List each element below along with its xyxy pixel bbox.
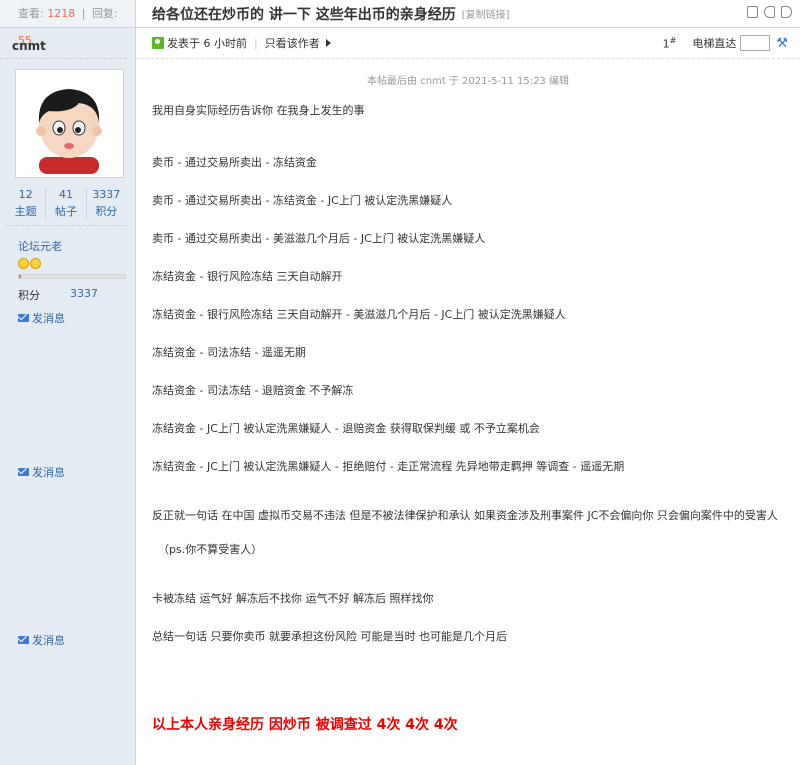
content-line: 冻结资金 - 司法冻结 - 遥遥无期 xyxy=(152,346,306,359)
author-stats: 12 主题 41 帖子 3337 积分 xyxy=(6,188,126,226)
content-line: 我用自身实际经历告诉你 在我身上发生的事 xyxy=(152,104,365,117)
stat-credits[interactable]: 3337 积分 xyxy=(87,188,126,219)
post-meta: 发表于 6 小时前 | 只看该作者 1# 电梯直达 ⚒ xyxy=(136,28,800,59)
send-message-label: 发消息 xyxy=(32,312,65,325)
floor-number-value: 1 xyxy=(662,37,670,51)
send-message-label: 发消息 xyxy=(32,634,65,647)
stat-value: 12 xyxy=(18,188,33,201)
send-message-link[interactable]: 发消息 xyxy=(18,310,65,326)
rank-stars xyxy=(18,258,135,269)
conclusion-highlight: 以上本人亲身经历 因炒币 被调查过 4次 4次 4次 xyxy=(152,717,458,733)
content-line: 冻结资金 - 银行风险冻结 三天自动解开 - 美滋滋几个月后 - JC上门 被认… xyxy=(152,308,566,321)
stat-label: 帖子 xyxy=(54,205,77,218)
avatar[interactable] xyxy=(15,69,124,178)
meta-separator: | xyxy=(254,36,258,50)
stat-value: 3337 xyxy=(92,188,121,201)
content-line: 冻结资金 - 银行风险冻结 三天自动解开 xyxy=(152,270,343,283)
level-progress-bar xyxy=(18,274,126,279)
online-status-icon xyxy=(152,37,164,49)
wrench-icon[interactable]: ⚒ xyxy=(776,36,788,51)
floor-number-sign: # xyxy=(669,35,677,45)
mail-icon xyxy=(18,468,29,476)
content-line: 卡被冻结 运气好 解冻后不找你 运气不好 解冻后 照样找你 xyxy=(152,592,434,605)
floor-navigation: 1# 电梯直达 ⚒ xyxy=(663,35,788,51)
send-message-label: 发消息 xyxy=(32,466,65,479)
copy-link-button[interactable]: [复制链接] xyxy=(462,6,510,21)
author-sidebar: 查看: 1218 | 回复: 55 cnmt 12 主题 41 帖子 3337 … xyxy=(0,0,136,765)
post-main: 给各位还在炒币的 讲一下 这些年出币的亲身经历 [复制链接] 发表于 6 小时前… xyxy=(136,0,800,765)
edit-note: 本帖最后由 cnmt 于 2021-5-11 15:23 编辑 xyxy=(367,76,569,87)
thread-title-bar: 给各位还在炒币的 讲一下 这些年出币的亲身经历 [复制链接] xyxy=(136,0,800,28)
content-line: 冻结资金 - JC上门 被认定洗黑嫌疑人 - 拒绝赔付 - 走正常流程 先异地带… xyxy=(152,460,625,473)
user-rank[interactable]: 论坛元老 xyxy=(18,238,135,254)
prev-thread-icon[interactable] xyxy=(764,6,775,18)
send-message-link[interactable]: 发消息 xyxy=(18,632,65,648)
sun-icon xyxy=(30,258,41,269)
post-content: 我用自身实际经历告诉你 在我身上发生的事 卖币 - 通过交易所卖出 - 冻结资金… xyxy=(152,102,784,734)
avatar-cartoon-icon xyxy=(19,73,120,174)
content-line: 冻结资金 - 司法冻结 - 退赔资金 不予解冻 xyxy=(152,384,354,397)
print-icon[interactable] xyxy=(747,6,758,18)
mail-icon xyxy=(18,636,29,644)
stat-posts[interactable]: 41 帖子 xyxy=(46,188,87,219)
stat-value: 41 xyxy=(58,188,73,201)
mail-icon xyxy=(18,314,29,322)
chevron-right-icon xyxy=(325,39,331,47)
stat-label: 积分 xyxy=(95,205,118,218)
stat-label: 主题 xyxy=(14,205,37,218)
goto-floor-input[interactable] xyxy=(740,35,771,51)
send-message-link[interactable]: 发消息 xyxy=(18,464,65,480)
stat-threads[interactable]: 12 主题 xyxy=(6,188,47,219)
floor-number: 1# xyxy=(663,36,677,51)
content-line: 冻结资金 - JC上门 被认定洗黑嫌疑人 - 退赔资金 获得取保判缓 或 不予立… xyxy=(152,422,540,435)
goto-floor-label: 电梯直达 xyxy=(692,37,737,50)
title-tools xyxy=(747,6,792,18)
views-count: 1218 xyxy=(47,7,76,20)
only-author-link[interactable]: 只看该作者 xyxy=(265,35,320,51)
content-line: 卖币 - 通过交易所卖出 - 冻结资金 - JC上门 被认定洗黑嫌疑人 xyxy=(152,194,453,207)
counts-separator: | xyxy=(81,7,86,20)
credits-row: 积分 3337 xyxy=(18,287,135,303)
credits-label: 积分 xyxy=(18,289,40,302)
views-label: 查看: xyxy=(18,7,44,20)
next-thread-icon[interactable] xyxy=(781,6,792,18)
content-line: 卖币 - 通过交易所卖出 - 冻结资金 xyxy=(152,156,317,169)
sun-icon xyxy=(18,258,29,269)
author-name[interactable]: cnmt xyxy=(0,28,127,59)
content-line: 卖币 - 通过交易所卖出 - 美滋滋几个月后 - JC上门 被认定洗黑嫌疑人 xyxy=(152,232,486,245)
post-time: 发表于 6 小时前 xyxy=(167,37,247,50)
content-line: 反正就一句话 在中国 虚拟币交易不违法 但是不被法律保护和承认 如果资金涉及刑事… xyxy=(152,509,778,522)
level-progress-fill xyxy=(19,275,22,278)
content-line: （ps.你不算受害人） xyxy=(158,543,263,556)
thread-counts: 查看: 1218 | 回复: 55 xyxy=(0,0,135,47)
credits-value: 3337 xyxy=(70,287,98,300)
replies-label: 回复: xyxy=(91,7,118,20)
content-line: 总结一句话 只要你卖币 就要承担这份风险 可能是当时 也可能是几个月后 xyxy=(152,630,507,643)
thread-title: 给各位还在炒币的 讲一下 这些年出币的亲身经历 xyxy=(152,6,456,23)
